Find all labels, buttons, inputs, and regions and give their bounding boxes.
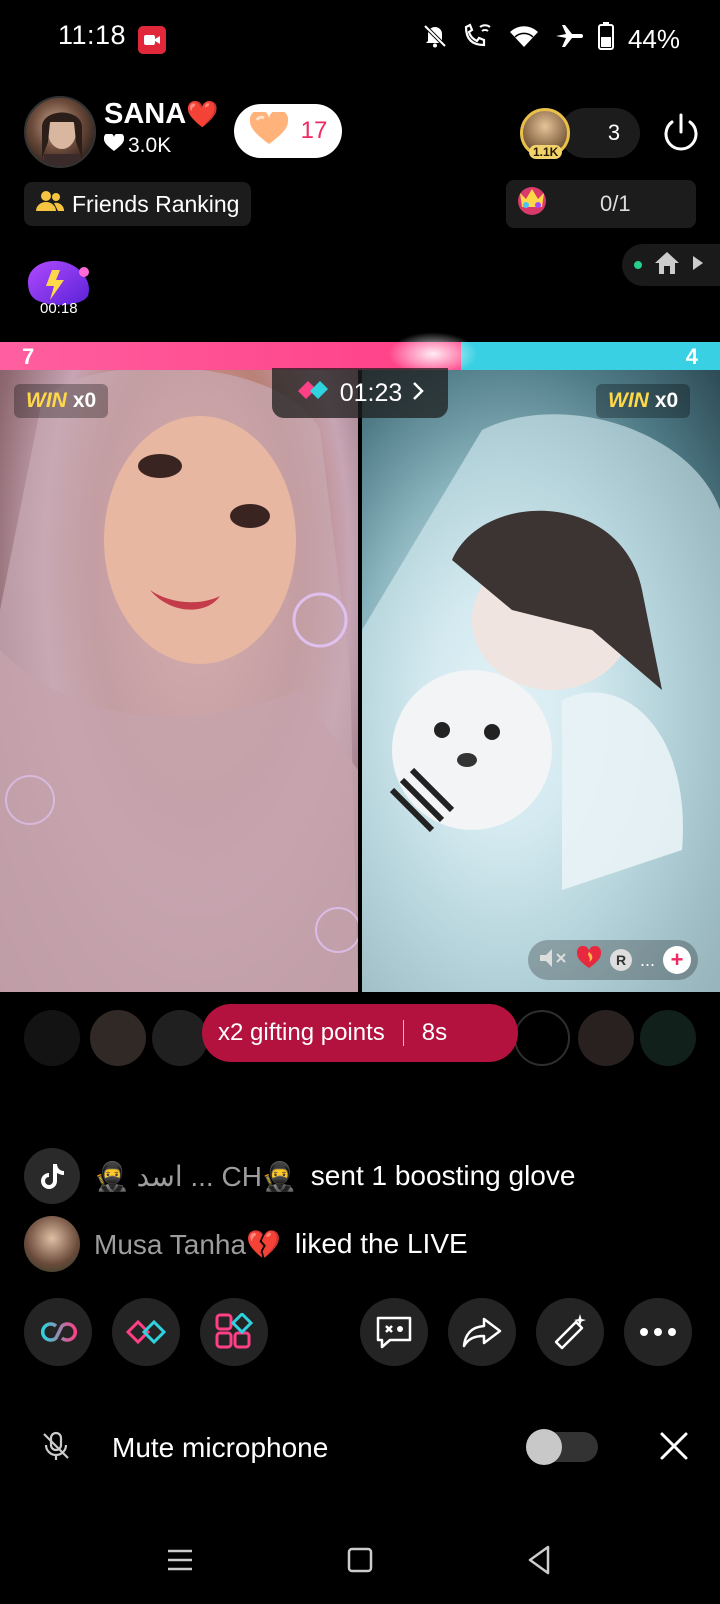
win-label-right: WIN xyxy=(608,389,649,412)
gifter-avatar[interactable] xyxy=(152,1010,208,1066)
host-gift-button[interactable]: 17 xyxy=(234,104,342,158)
gifter-avatar[interactable] xyxy=(578,1010,634,1066)
close-icon[interactable] xyxy=(656,1428,692,1464)
win-label-left: WIN xyxy=(26,389,67,412)
opponent-mini-controls[interactable]: R ... + xyxy=(528,940,698,980)
recent-apps-nav-icon[interactable] xyxy=(160,1540,200,1580)
comment-button[interactable] xyxy=(360,1298,428,1366)
mute-notifications-icon xyxy=(422,23,448,56)
host-name-text: SANA xyxy=(104,98,187,130)
score-left: 7 xyxy=(22,344,35,369)
gifter-avatar[interactable] xyxy=(640,1010,696,1066)
battery-icon xyxy=(597,22,614,57)
host-name[interactable]: SANA❤️ xyxy=(104,98,219,131)
link-guest-button[interactable] xyxy=(24,1298,92,1366)
heart-fire-icon xyxy=(576,945,602,975)
r-badge: R xyxy=(610,949,632,971)
opponent-video-feed[interactable] xyxy=(362,370,720,992)
win-badge-right: WIN x0 xyxy=(596,384,691,418)
quest-progress: 0/1 xyxy=(600,191,631,216)
battle-gloves-icon xyxy=(296,377,330,410)
match-battle-button[interactable] xyxy=(112,1298,180,1366)
gifter-avatar[interactable] xyxy=(90,1010,146,1066)
boost-timer-badge[interactable]: 00:18 xyxy=(22,254,96,318)
gifting-points-banner[interactable]: x2 gifting points 8s xyxy=(202,1004,518,1062)
more-options-button[interactable] xyxy=(624,1298,692,1366)
gifter-avatar[interactable] xyxy=(514,1010,570,1066)
chevron-right-icon xyxy=(412,379,425,408)
stream-controls-pill[interactable] xyxy=(622,244,720,286)
win-badge-left: WIN x0 xyxy=(14,384,109,418)
win-count-left: x0 xyxy=(72,389,97,412)
follow-plus-button[interactable]: + xyxy=(663,946,692,974)
gifting-countdown: 8s xyxy=(421,1019,448,1046)
heart-icon xyxy=(103,132,125,158)
mute-microphone-label: Mute microphone xyxy=(112,1432,329,1463)
airplane-icon xyxy=(554,23,584,56)
host-likes: 3.0K xyxy=(103,132,172,158)
heart-emoji: ❤️ xyxy=(186,99,219,129)
end-live-power-icon[interactable] xyxy=(658,110,704,156)
battle-timer: 01:23 xyxy=(339,378,403,407)
toggle-knob xyxy=(526,1429,562,1465)
orange-heart-icon xyxy=(249,109,289,151)
home-nav-icon[interactable] xyxy=(340,1540,380,1580)
wifi-icon xyxy=(508,23,540,56)
comment-user[interactable]: Musa Tanha💔 xyxy=(94,1228,281,1261)
home-icon[interactable] xyxy=(654,251,680,280)
comment-item: 🥷 اسد ... CH🥷 sent 1 boosting glove xyxy=(24,1148,575,1204)
recording-icon xyxy=(138,26,166,54)
effects-wand-button[interactable] xyxy=(536,1298,604,1366)
quest-progress-pill[interactable]: 0/1 xyxy=(506,180,696,228)
mute-microphone-toggle[interactable] xyxy=(526,1429,598,1465)
battle-score-bar xyxy=(0,342,720,370)
battery-percent: 44% xyxy=(627,24,680,54)
viewer-count-pill[interactable]: 3 xyxy=(560,108,640,158)
viewer-count: 3 xyxy=(607,120,621,145)
comment-message: sent 1 boosting glove xyxy=(310,1160,576,1191)
friends-icon xyxy=(36,190,65,218)
mic-muted-icon xyxy=(40,1430,72,1462)
share-button[interactable] xyxy=(448,1298,516,1366)
comment-message: liked the LIVE xyxy=(294,1228,468,1259)
friends-ranking-button[interactable]: Friends Ranking xyxy=(24,182,252,226)
score-right: 4 xyxy=(685,344,698,369)
quest-badge-icon xyxy=(514,183,550,225)
boost-timer: 00:18 xyxy=(40,300,78,317)
comment-item: Musa Tanha💔 liked the LIVE xyxy=(24,1216,468,1272)
status-time: 11:18 xyxy=(58,20,127,50)
host-avatar[interactable] xyxy=(24,96,96,168)
likes-count: 3.0K xyxy=(128,134,172,157)
online-dot-icon xyxy=(634,256,642,274)
play-arrow-icon[interactable] xyxy=(692,255,704,276)
gift-count: 17 xyxy=(300,117,328,144)
tiktok-logo-icon xyxy=(24,1148,80,1204)
speaker-muted-icon[interactable] xyxy=(538,947,568,974)
more-features-grid-button[interactable] xyxy=(200,1298,268,1366)
banner-separator xyxy=(402,1020,404,1046)
win-count-right: x0 xyxy=(654,389,679,412)
viewer-level-badge: 1.1K xyxy=(529,145,563,159)
status-icons: 44% xyxy=(422,22,680,57)
friends-ranking-label: Friends Ranking xyxy=(72,190,240,217)
gifting-points-label: x2 gifting points xyxy=(218,1019,385,1046)
gifter-avatar[interactable] xyxy=(24,1010,80,1066)
top-viewer-avatar[interactable]: 1.1K xyxy=(520,108,570,159)
user-avatar[interactable] xyxy=(24,1216,80,1272)
host-video-feed[interactable] xyxy=(0,370,358,992)
battle-timer-button[interactable]: 01:23 xyxy=(272,368,448,418)
comment-user[interactable]: 🥷 اسد ... CH🥷 xyxy=(94,1160,297,1193)
wifi-call-icon xyxy=(462,23,494,56)
back-nav-icon[interactable] xyxy=(520,1540,560,1580)
overlay-ellipsis: ... xyxy=(640,949,656,970)
